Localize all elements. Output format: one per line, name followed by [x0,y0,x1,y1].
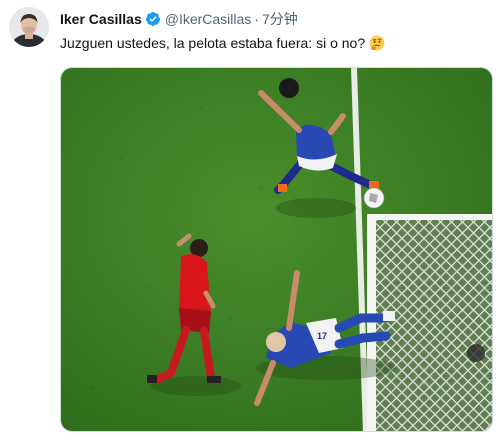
verified-badge-icon [145,11,161,27]
tweet-text: Juzguen ustedes, la pelota estaba fuera:… [60,35,366,51]
author-name[interactable]: Iker Casillas [60,10,142,28]
ball [363,187,385,209]
tweet-header: Iker Casillas @IkerCasillas · 7分钟 [60,10,298,28]
header-separator: · [254,11,259,27]
player-number: 17 [317,331,327,341]
tweet-text-row: Juzguen ustedes, la pelota estaba fuera:… [60,34,385,52]
tweet-photo[interactable]: 17 [60,67,493,432]
avatar[interactable] [9,7,49,47]
thinking-face-emoji-icon [369,35,385,51]
goal-net [367,214,492,431]
tweet-timestamp[interactable]: 7分钟 [262,10,298,28]
football-photo-illustration: 17 [61,68,492,431]
tweet-card: Iker Casillas @IkerCasillas · 7分钟 Juzgue… [0,0,500,440]
author-handle[interactable]: @IkerCasillas [165,10,252,28]
